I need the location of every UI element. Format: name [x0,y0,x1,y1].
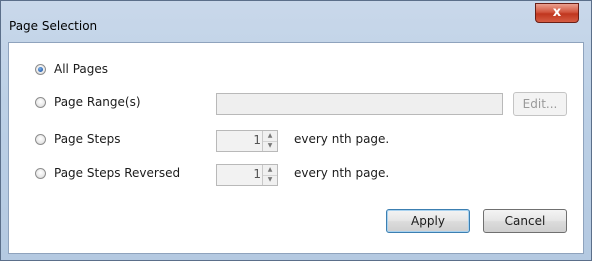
dialog-title: Page Selection [9,19,98,33]
page-steps-reversed-suffix: every nth page. [294,166,390,180]
page-range-input[interactable] [216,93,503,115]
page-steps-radio[interactable] [35,134,46,145]
close-icon: x [552,5,562,20]
dialog-body: All Pages Page Range(s) Edit... Page Ste… [8,42,584,254]
page-steps-spinner[interactable]: 1 ▲ ▼ [216,130,278,152]
all-pages-label[interactable]: All Pages [54,62,108,76]
page-steps-value[interactable]: 1 [253,133,261,147]
down-arrow-icon[interactable]: ▼ [263,141,277,151]
page-steps-label[interactable]: Page Steps [54,132,120,146]
title-bar[interactable]: Page Selection x [1,1,591,41]
option-all-pages[interactable]: All Pages [9,60,585,82]
page-steps-spin-buttons: ▲ ▼ [262,131,277,151]
page-steps-reversed-value[interactable]: 1 [253,167,261,181]
down-arrow-icon[interactable]: ▼ [263,175,277,185]
close-button[interactable]: x [535,3,579,23]
page-steps-reversed-spinner[interactable]: 1 ▲ ▼ [216,164,278,186]
page-steps-reversed-radio[interactable] [35,168,46,179]
page-steps-reversed-spin-buttons: ▲ ▼ [262,165,277,185]
page-selection-dialog: Page Selection x All Pages Page Range(s)… [0,0,592,261]
option-page-steps: Page Steps 1 ▲ ▼ every nth page. [9,130,585,152]
page-ranges-radio[interactable] [35,97,46,108]
all-pages-radio[interactable] [35,64,46,75]
page-steps-reversed-label[interactable]: Page Steps Reversed [54,166,180,180]
page-ranges-label[interactable]: Page Range(s) [54,95,141,109]
edit-button[interactable]: Edit... [513,92,567,116]
cancel-button[interactable]: Cancel [483,209,567,233]
option-page-ranges: Page Range(s) Edit... [9,92,585,116]
apply-button[interactable]: Apply [386,209,470,233]
page-steps-suffix: every nth page. [294,132,390,146]
option-page-steps-reversed: Page Steps Reversed 1 ▲ ▼ every nth page… [9,164,585,186]
